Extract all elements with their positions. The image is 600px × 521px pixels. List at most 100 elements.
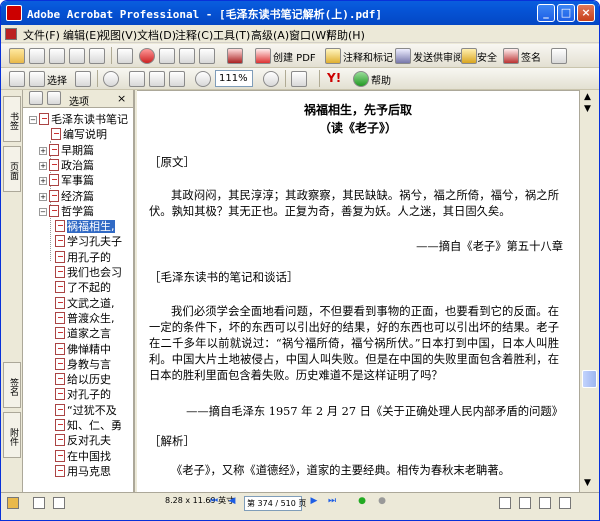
create-pdf-icon[interactable] [255, 48, 271, 64]
expand-icon[interactable]: + [39, 192, 47, 201]
menu-help[interactable]: 帮助(H) [326, 27, 365, 43]
tab-signatures[interactable]: 签名 [3, 362, 21, 408]
facing-icon[interactable] [539, 497, 551, 509]
bookmark-item[interactable]: 给以历史 [55, 373, 111, 387]
hand-tool-icon[interactable] [9, 71, 25, 87]
tab-attachments[interactable]: 附件 [3, 412, 21, 458]
pen-icon[interactable] [503, 48, 519, 64]
sign-button[interactable]: 签名 [521, 49, 541, 64]
expand-icon[interactable]: + [39, 177, 47, 186]
bookmark-item[interactable]: 普渡众生, [55, 311, 115, 326]
close-pane-icon[interactable]: × [117, 92, 126, 105]
bookmark-item[interactable]: + 政治篇 [39, 158, 94, 173]
tab-bookmarks[interactable]: 书签 [3, 96, 21, 142]
stamp-icon[interactable] [227, 48, 243, 64]
menu-comments[interactable]: 注释(C) [175, 27, 213, 43]
prev-page-icon[interactable]: ◀ [225, 495, 239, 509]
bookmark-item[interactable]: “过犹不及 [55, 403, 117, 418]
help-icon[interactable] [353, 71, 369, 87]
scroll-up-icon[interactable]: ▲ [584, 92, 591, 102]
send-review-icon[interactable] [395, 48, 411, 64]
fit-width-icon[interactable] [169, 71, 185, 87]
page-number-field[interactable]: 第 374 / 510 页 [244, 496, 306, 511]
new-bookmark-icon[interactable] [29, 91, 43, 105]
menu-advanced[interactable]: 高级(A) [251, 27, 289, 43]
collapse-icon[interactable]: − [29, 116, 37, 124]
last-page-icon[interactable]: ⏭ [325, 495, 339, 509]
select-tool-label[interactable]: 选择 [47, 72, 67, 87]
next-page-icon[interactable]: ▶ [307, 495, 321, 509]
organize-icon[interactable] [199, 48, 215, 64]
search-icon[interactable] [139, 48, 155, 64]
bookmark-item[interactable]: 在中国找 [55, 449, 111, 464]
open-icon[interactable] [9, 48, 25, 64]
maximize-button[interactable]: □ [557, 4, 575, 22]
rotate-icon[interactable] [291, 71, 307, 87]
menu-view[interactable]: 视图(V) [99, 27, 137, 43]
status-pages-icon[interactable] [33, 497, 45, 509]
go-forward-icon[interactable]: ● [375, 495, 389, 509]
bookmark-item[interactable]: 编写说明 [39, 128, 107, 142]
review-button[interactable]: 注释和标记 [343, 49, 393, 64]
lock-icon[interactable] [461, 48, 477, 64]
status-layers-icon[interactable] [53, 497, 65, 509]
tab-pages[interactable]: 页面 [3, 146, 21, 192]
bookmark-item[interactable]: 文武之道, [55, 296, 115, 311]
bookmark-item[interactable]: 学习孔夫子 [55, 235, 122, 249]
zoom-tool-icon[interactable] [103, 71, 119, 87]
send-review-button[interactable]: 发送供审阅 [413, 49, 463, 64]
zoom-input[interactable]: 111% [215, 70, 253, 87]
review-icon[interactable] [325, 48, 341, 64]
save-copy-icon[interactable] [49, 48, 65, 64]
document-menu-icon[interactable] [5, 28, 17, 40]
bookmark-item[interactable]: − 哲学篇 [39, 204, 94, 219]
close-button[interactable]: × [577, 4, 595, 22]
delete-bookmark-icon[interactable] [47, 91, 61, 105]
bookmark-item[interactable]: + 早期篇 [39, 143, 94, 158]
bookmark-item[interactable]: 我们也会习 [55, 266, 122, 280]
forms-icon[interactable] [551, 48, 567, 64]
bookmark-item[interactable]: 用马克思 [55, 464, 111, 479]
bookmark-options-button[interactable]: 选项 [69, 93, 89, 108]
actual-size-icon[interactable] [129, 71, 145, 87]
attach-icon[interactable] [117, 48, 133, 64]
bookmark-item[interactable]: + 军事篇 [39, 174, 94, 188]
bookmark-item[interactable]: 道家之言 [55, 327, 111, 341]
bookmark-item[interactable]: 知、仁、勇 [55, 419, 122, 433]
continuous-icon[interactable] [519, 497, 531, 509]
bookmark-item[interactable]: 了不起的 [55, 281, 111, 295]
status-lock-icon[interactable] [7, 497, 19, 509]
zoom-in-icon[interactable] [263, 71, 279, 87]
bookmark-item[interactable]: 佛惮精中 [55, 342, 111, 357]
menu-document[interactable]: 文档(D) [137, 27, 176, 43]
zoom-out-icon[interactable] [195, 71, 211, 87]
find-icon[interactable] [179, 48, 195, 64]
bookmark-item[interactable]: 身教与言 [55, 357, 111, 372]
snapshot-icon[interactable] [75, 71, 91, 87]
help-button[interactable]: 帮助 [371, 72, 391, 87]
fit-page-icon[interactable] [149, 71, 165, 87]
bookmark-item[interactable]: 对孔子的 [55, 388, 111, 402]
organizer-icon[interactable] [159, 48, 175, 64]
bookmark-item[interactable]: 反对孔夫 [55, 434, 111, 448]
security-button[interactable]: 安全 [477, 49, 497, 64]
yahoo-button[interactable]: Y! [327, 71, 341, 85]
select-tool-icon[interactable] [29, 71, 45, 87]
email-icon[interactable] [89, 48, 105, 64]
menu-edit[interactable]: 编辑(E) [63, 27, 101, 43]
go-back-icon[interactable]: ● [355, 495, 369, 509]
bookmark-item[interactable]: 祸福相生, [55, 220, 115, 234]
bookmark-item[interactable]: − 毛泽东读书笔记 [29, 113, 128, 127]
scroll-down-icon[interactable]: ▼ [584, 478, 591, 488]
print-icon[interactable] [69, 48, 85, 64]
first-page-icon[interactable]: ⏮ [207, 495, 221, 509]
menu-file[interactable]: 文件(F) [23, 27, 60, 43]
vertical-scrollbar[interactable]: ▲ ▼ ▼ [579, 90, 599, 492]
bookmark-item[interactable]: + 经济篇 [39, 189, 94, 204]
single-page-icon[interactable] [499, 497, 511, 509]
minimize-button[interactable]: _ [537, 4, 555, 22]
save-icon[interactable] [29, 48, 45, 64]
collapse-icon[interactable]: − [39, 207, 47, 216]
create-pdf-button[interactable]: 创建 PDF [273, 49, 316, 64]
scrollbar-thumb[interactable] [582, 370, 597, 388]
